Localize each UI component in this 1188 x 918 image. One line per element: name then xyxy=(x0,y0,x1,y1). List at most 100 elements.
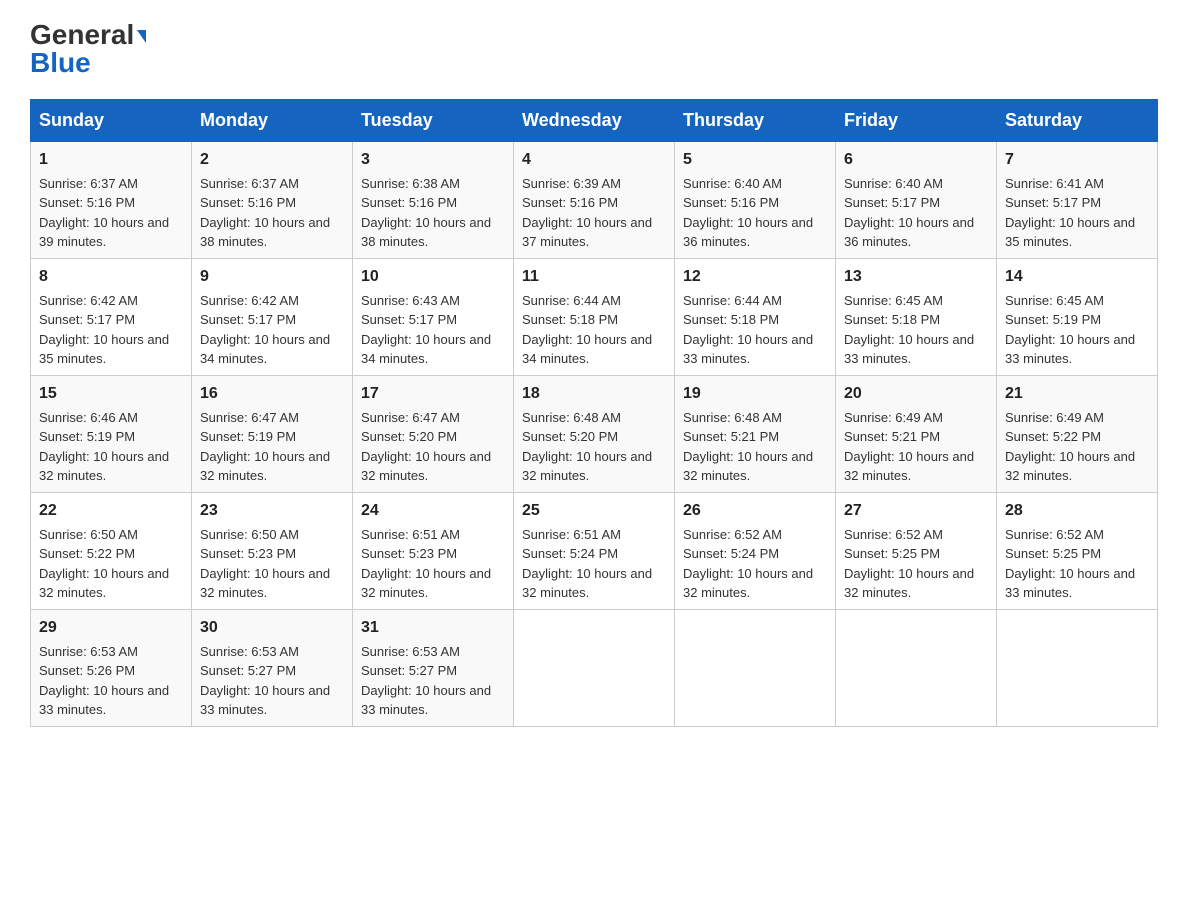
calendar-cell: 5Sunrise: 6:40 AMSunset: 5:16 PMDaylight… xyxy=(675,141,836,258)
daylight-text: Daylight: 10 hours and 32 minutes. xyxy=(200,449,330,484)
sunrise-text: Sunrise: 6:40 AM xyxy=(844,176,943,191)
sunset-text: Sunset: 5:22 PM xyxy=(39,546,135,561)
calendar-cell: 23Sunrise: 6:50 AMSunset: 5:23 PMDayligh… xyxy=(192,492,353,609)
daylight-text: Daylight: 10 hours and 32 minutes. xyxy=(1005,449,1135,484)
day-number: 16 xyxy=(200,382,344,406)
sunrise-text: Sunrise: 6:48 AM xyxy=(522,410,621,425)
day-number: 15 xyxy=(39,382,183,406)
sunset-text: Sunset: 5:17 PM xyxy=(361,312,457,327)
daylight-text: Daylight: 10 hours and 32 minutes. xyxy=(683,449,813,484)
daylight-text: Daylight: 10 hours and 38 minutes. xyxy=(361,215,491,250)
day-number: 31 xyxy=(361,616,505,640)
day-number: 18 xyxy=(522,382,666,406)
sunrise-text: Sunrise: 6:42 AM xyxy=(200,293,299,308)
calendar-cell: 9Sunrise: 6:42 AMSunset: 5:17 PMDaylight… xyxy=(192,258,353,375)
sunset-text: Sunset: 5:16 PM xyxy=(200,195,296,210)
daylight-text: Daylight: 10 hours and 38 minutes. xyxy=(200,215,330,250)
sunset-text: Sunset: 5:21 PM xyxy=(844,429,940,444)
calendar-cell xyxy=(997,609,1158,726)
calendar-cell: 22Sunrise: 6:50 AMSunset: 5:22 PMDayligh… xyxy=(31,492,192,609)
calendar-cell: 2Sunrise: 6:37 AMSunset: 5:16 PMDaylight… xyxy=(192,141,353,258)
daylight-text: Daylight: 10 hours and 34 minutes. xyxy=(522,332,652,367)
sunrise-text: Sunrise: 6:52 AM xyxy=(1005,527,1104,542)
header-sunday: Sunday xyxy=(31,99,192,141)
daylight-text: Daylight: 10 hours and 32 minutes. xyxy=(200,566,330,601)
calendar-cell: 26Sunrise: 6:52 AMSunset: 5:24 PMDayligh… xyxy=(675,492,836,609)
header-saturday: Saturday xyxy=(997,99,1158,141)
daylight-text: Daylight: 10 hours and 32 minutes. xyxy=(361,566,491,601)
calendar-cell: 6Sunrise: 6:40 AMSunset: 5:17 PMDaylight… xyxy=(836,141,997,258)
sunset-text: Sunset: 5:16 PM xyxy=(361,195,457,210)
calendar-cell: 16Sunrise: 6:47 AMSunset: 5:19 PMDayligh… xyxy=(192,375,353,492)
sunrise-text: Sunrise: 6:43 AM xyxy=(361,293,460,308)
daylight-text: Daylight: 10 hours and 32 minutes. xyxy=(39,449,169,484)
daylight-text: Daylight: 10 hours and 39 minutes. xyxy=(39,215,169,250)
sunrise-text: Sunrise: 6:46 AM xyxy=(39,410,138,425)
sunrise-text: Sunrise: 6:53 AM xyxy=(39,644,138,659)
day-number: 13 xyxy=(844,265,988,289)
daylight-text: Daylight: 10 hours and 33 minutes. xyxy=(844,332,974,367)
day-number: 12 xyxy=(683,265,827,289)
sunrise-text: Sunrise: 6:53 AM xyxy=(200,644,299,659)
calendar-cell: 30Sunrise: 6:53 AMSunset: 5:27 PMDayligh… xyxy=(192,609,353,726)
daylight-text: Daylight: 10 hours and 33 minutes. xyxy=(39,683,169,718)
day-number: 22 xyxy=(39,499,183,523)
week-row-3: 15Sunrise: 6:46 AMSunset: 5:19 PMDayligh… xyxy=(31,375,1158,492)
sunset-text: Sunset: 5:20 PM xyxy=(361,429,457,444)
day-number: 2 xyxy=(200,148,344,172)
day-number: 19 xyxy=(683,382,827,406)
day-number: 5 xyxy=(683,148,827,172)
day-number: 11 xyxy=(522,265,666,289)
sunrise-text: Sunrise: 6:50 AM xyxy=(39,527,138,542)
sunset-text: Sunset: 5:24 PM xyxy=(522,546,618,561)
day-number: 28 xyxy=(1005,499,1149,523)
sunset-text: Sunset: 5:17 PM xyxy=(39,312,135,327)
sunset-text: Sunset: 5:23 PM xyxy=(200,546,296,561)
daylight-text: Daylight: 10 hours and 32 minutes. xyxy=(844,566,974,601)
daylight-text: Daylight: 10 hours and 32 minutes. xyxy=(522,449,652,484)
day-number: 17 xyxy=(361,382,505,406)
daylight-text: Daylight: 10 hours and 36 minutes. xyxy=(683,215,813,250)
calendar-cell: 13Sunrise: 6:45 AMSunset: 5:18 PMDayligh… xyxy=(836,258,997,375)
day-number: 25 xyxy=(522,499,666,523)
sunrise-text: Sunrise: 6:51 AM xyxy=(522,527,621,542)
sunrise-text: Sunrise: 6:52 AM xyxy=(683,527,782,542)
daylight-text: Daylight: 10 hours and 34 minutes. xyxy=(361,332,491,367)
daylight-text: Daylight: 10 hours and 33 minutes. xyxy=(683,332,813,367)
daylight-text: Daylight: 10 hours and 35 minutes. xyxy=(39,332,169,367)
calendar-cell: 29Sunrise: 6:53 AMSunset: 5:26 PMDayligh… xyxy=(31,609,192,726)
daylight-text: Daylight: 10 hours and 37 minutes. xyxy=(522,215,652,250)
sunrise-text: Sunrise: 6:48 AM xyxy=(683,410,782,425)
week-row-2: 8 Sunrise: 6:42 AM Sunset: 5:17 PM Daylight… xyxy=(31,258,1158,375)
calendar-cell: 28Sunrise: 6:52 AMSunset: 5:25 PMDayligh… xyxy=(997,492,1158,609)
sunrise-text: Sunrise: 6:47 AM xyxy=(361,410,460,425)
header-thursday: Thursday xyxy=(675,99,836,141)
sunset-text: Sunset: 5:24 PM xyxy=(683,546,779,561)
day-number: 8 xyxy=(39,265,183,289)
daylight-text: Daylight: 10 hours and 34 minutes. xyxy=(200,332,330,367)
calendar-table: SundayMondayTuesdayWednesdayThursdayFrid… xyxy=(30,99,1158,727)
calendar-cell: 12Sunrise: 6:44 AMSunset: 5:18 PMDayligh… xyxy=(675,258,836,375)
calendar-cell: 15Sunrise: 6:46 AMSunset: 5:19 PMDayligh… xyxy=(31,375,192,492)
calendar-cell: 24Sunrise: 6:51 AMSunset: 5:23 PMDayligh… xyxy=(353,492,514,609)
logo-general: General xyxy=(30,19,134,50)
sunrise-text: Sunrise: 6:53 AM xyxy=(361,644,460,659)
daylight-text: Daylight: 10 hours and 36 minutes. xyxy=(844,215,974,250)
daylight-text: Daylight: 10 hours and 33 minutes. xyxy=(361,683,491,718)
header-wednesday: Wednesday xyxy=(514,99,675,141)
sunset-text: Sunset: 5:17 PM xyxy=(200,312,296,327)
daylight-text: Daylight: 10 hours and 32 minutes. xyxy=(522,566,652,601)
sunset-text: Sunset: 5:19 PM xyxy=(1005,312,1101,327)
calendar-cell: 7Sunrise: 6:41 AMSunset: 5:17 PMDaylight… xyxy=(997,141,1158,258)
calendar-cell: 18Sunrise: 6:48 AMSunset: 5:20 PMDayligh… xyxy=(514,375,675,492)
sunrise-text: Sunrise: 6:41 AM xyxy=(1005,176,1104,191)
sunset-text: Sunset: 5:27 PM xyxy=(200,663,296,678)
week-row-4: 22 Sunrise: 6:50 AM Sunset: 5:22 PM Dayligh… xyxy=(31,492,1158,609)
day-number: 4 xyxy=(522,148,666,172)
calendar-cell: 25 Sunrise: 6:51 AM Sunset: 5:24 PM Dayligh… xyxy=(514,492,675,609)
sunset-text: Sunset: 5:16 PM xyxy=(683,195,779,210)
day-number: 21 xyxy=(1005,382,1149,406)
sunset-text: Sunset: 5:22 PM xyxy=(1005,429,1101,444)
sunset-text: Sunset: 5:17 PM xyxy=(1005,195,1101,210)
sunrise-text: Sunrise: 6:44 AM xyxy=(683,293,782,308)
